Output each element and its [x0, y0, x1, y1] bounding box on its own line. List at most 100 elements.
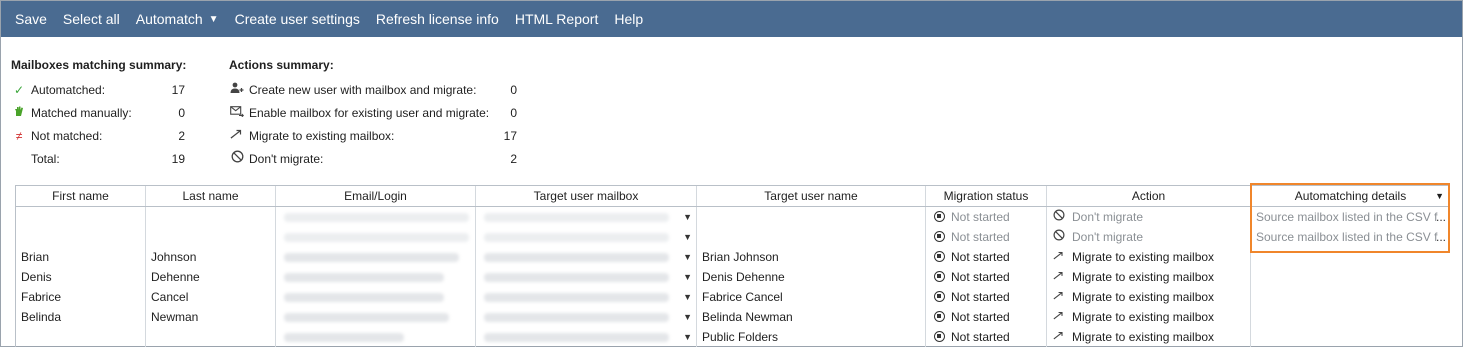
cell-status[interactable]: Not started: [926, 267, 1046, 287]
target-mailbox-select[interactable]: ▼: [476, 207, 696, 227]
action-text: Migrate to existing mailbox: [1072, 270, 1215, 284]
cell-first-name[interactable]: Brian: [16, 247, 145, 267]
migrate-arrow-icon: [1052, 307, 1066, 327]
cell-email-redacted[interactable]: [276, 267, 475, 287]
target-mailbox-select[interactable]: ▼: [476, 287, 696, 307]
cell-target-name[interactable]: Brian Johnson: [697, 247, 925, 267]
chevron-down-icon[interactable]: ▼: [683, 247, 692, 267]
automatching-header-label: Automatching details: [1294, 189, 1407, 203]
column-header-status[interactable]: Migration status: [926, 186, 1047, 206]
status-stopped-icon: [934, 271, 945, 282]
target-mailbox-select[interactable]: ▼: [476, 247, 696, 267]
cell-action[interactable]: Don't migrate: [1047, 227, 1250, 247]
summary-row-automatched: ✓ Automatched: 17: [11, 79, 201, 102]
migrate-arrow-icon: [1052, 287, 1066, 307]
cell-last-name[interactable]: Dehenne: [146, 267, 275, 287]
column-header-target-mailbox[interactable]: Target user mailbox: [476, 186, 697, 206]
column-header-target-name[interactable]: Target user name: [697, 186, 926, 206]
help-button[interactable]: Help: [606, 1, 651, 37]
column-email: [276, 207, 476, 347]
cell-email-redacted[interactable]: [276, 247, 475, 267]
more-button[interactable]: ...: [1436, 227, 1446, 247]
cell-last-name[interactable]: Newman: [146, 307, 275, 327]
chevron-down-icon[interactable]: ▼: [1435, 186, 1444, 206]
status-text: Not started: [951, 330, 1010, 344]
cell-target-name[interactable]: Fabrice Cancel: [697, 287, 925, 307]
toolbar: Save Select all Automatch ▼ Create user …: [1, 1, 1462, 37]
cell-action[interactable]: Don't migrate: [1047, 207, 1250, 227]
refresh-license-button[interactable]: Refresh license info: [368, 1, 507, 37]
cell-status[interactable]: Not started: [926, 307, 1046, 327]
column-header-first-name[interactable]: First name: [16, 186, 146, 206]
chevron-down-icon[interactable]: ▼: [683, 287, 692, 307]
cell-first-name[interactable]: Belinda: [16, 307, 145, 327]
cell-action[interactable]: Migrate to existing mailbox: [1047, 267, 1250, 287]
summary-row-matched-manually: Matched manually: 0: [11, 102, 201, 125]
cell-first-name[interactable]: Denis: [16, 267, 145, 287]
column-header-last-name[interactable]: Last name: [146, 186, 276, 206]
cell-status[interactable]: Not started: [926, 327, 1046, 347]
automatch-label: Automatch: [135, 11, 203, 27]
cell-target-name[interactable]: [697, 207, 925, 227]
cell-automatching-details[interactable]: [1251, 267, 1449, 287]
cell-target-name[interactable]: Public Folders: [697, 327, 925, 347]
cell-email-redacted[interactable]: [276, 207, 475, 227]
cell-target-name[interactable]: Denis Dehenne: [697, 267, 925, 287]
check-icon: ✓: [13, 83, 25, 97]
target-mailbox-select[interactable]: ▼: [476, 307, 696, 327]
block-icon: [1052, 227, 1066, 247]
cell-target-name[interactable]: Belinda Newman: [697, 307, 925, 327]
more-button[interactable]: ...: [1436, 207, 1446, 227]
cell-action[interactable]: Migrate to existing mailbox: [1047, 307, 1250, 327]
cell-first-name[interactable]: [16, 207, 145, 227]
action-value: 17: [503, 129, 517, 143]
target-mailbox-select[interactable]: ▼: [476, 327, 696, 347]
cell-automatching-details[interactable]: [1251, 327, 1449, 347]
cell-automatching-details[interactable]: [1251, 307, 1449, 327]
cell-target-name[interactable]: [697, 227, 925, 247]
automatch-menu[interactable]: Automatch ▼: [128, 1, 227, 37]
html-report-button[interactable]: HTML Report: [507, 1, 607, 37]
status-stopped-icon: [934, 291, 945, 302]
action-label: Create new user with mailbox and migrate…: [249, 83, 477, 97]
cell-automatching-details[interactable]: Source mailbox listed in the CSV f...: [1251, 227, 1449, 247]
chevron-down-icon[interactable]: ▼: [683, 267, 692, 287]
target-mailbox-select[interactable]: ▼: [476, 267, 696, 287]
cell-automatching-details[interactable]: [1251, 247, 1449, 267]
cell-last-name[interactable]: [146, 227, 275, 247]
cell-last-name[interactable]: [146, 327, 275, 347]
column-header-automatching[interactable]: Automatching details ▼: [1251, 186, 1449, 206]
cell-last-name[interactable]: [146, 207, 275, 227]
cell-status[interactable]: Not started: [926, 227, 1046, 247]
select-all-button[interactable]: Select all: [55, 1, 128, 37]
column-header-action[interactable]: Action: [1047, 186, 1251, 206]
create-user-settings-button[interactable]: Create user settings: [227, 1, 368, 37]
cell-action[interactable]: Migrate to existing mailbox: [1047, 287, 1250, 307]
cell-status[interactable]: Not started: [926, 247, 1046, 267]
target-mailbox-select[interactable]: ▼: [476, 227, 696, 247]
cell-last-name[interactable]: Johnson: [146, 247, 275, 267]
cell-status[interactable]: Not started: [926, 207, 1046, 227]
chevron-down-icon[interactable]: ▼: [683, 227, 692, 247]
cell-automatching-details[interactable]: Source mailbox listed in the CSV f...: [1251, 207, 1449, 227]
cell-email-redacted[interactable]: [276, 327, 475, 347]
cell-action[interactable]: Migrate to existing mailbox: [1047, 247, 1250, 267]
cell-email-redacted[interactable]: [276, 227, 475, 247]
status-text: Not started: [951, 250, 1010, 264]
cell-automatching-details[interactable]: [1251, 287, 1449, 307]
cell-first-name[interactable]: Fabrice: [16, 287, 145, 307]
cell-action[interactable]: Migrate to existing mailbox: [1047, 327, 1250, 347]
cell-email-redacted[interactable]: [276, 287, 475, 307]
chevron-down-icon[interactable]: ▼: [683, 327, 692, 347]
cell-first-name[interactable]: [16, 227, 145, 247]
actions-summary-title: Actions summary:: [229, 58, 334, 72]
chevron-down-icon[interactable]: ▼: [683, 307, 692, 327]
cell-status[interactable]: Not started: [926, 287, 1046, 307]
cell-first-name[interactable]: [16, 327, 145, 347]
chevron-down-icon[interactable]: ▼: [683, 207, 692, 227]
cell-last-name[interactable]: Cancel: [146, 287, 275, 307]
column-header-email[interactable]: Email/Login: [276, 186, 476, 206]
action-label: Enable mailbox for existing user and mig…: [249, 106, 490, 120]
save-button[interactable]: Save: [7, 1, 55, 37]
cell-email-redacted[interactable]: [276, 307, 475, 327]
